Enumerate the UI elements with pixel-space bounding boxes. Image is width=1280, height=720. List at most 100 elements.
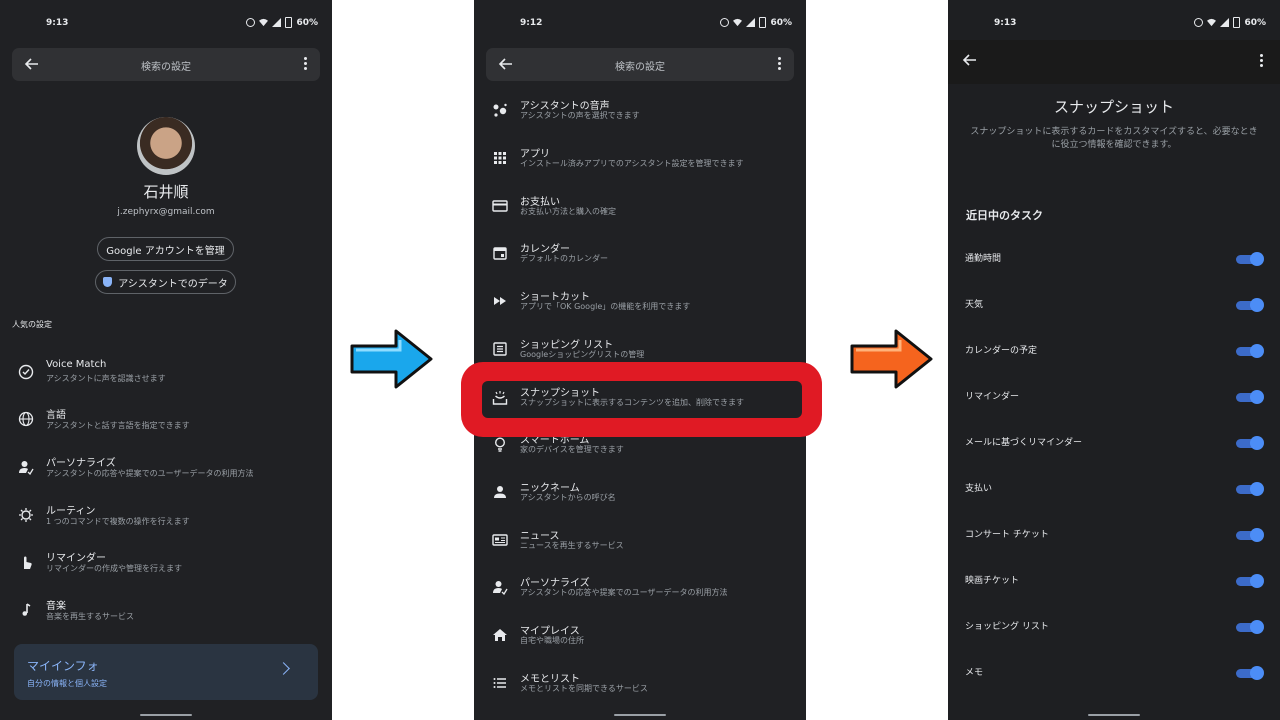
status-time: 9:13 (994, 18, 1017, 28)
header-title: 検索の設定 (615, 62, 665, 73)
battery-icon (759, 17, 767, 28)
item-title: パーソナライズ (46, 458, 116, 469)
signal-icon (272, 18, 282, 27)
toggle-row[interactable]: コンサート チケット (948, 525, 1280, 545)
more-vert-icon[interactable] (304, 57, 308, 71)
item-title: リマインダー (46, 553, 106, 564)
item-title: Voice Match (46, 359, 107, 370)
toggle-row[interactable]: カレンダーの予定 (948, 341, 1280, 361)
item-subtitle: リマインダーの作成や管理を行えます (46, 564, 182, 573)
setting-item-my-places[interactable]: マイプレイス 自宅や職場の住所 (474, 624, 806, 664)
toggle-row[interactable]: ショッピング リスト (948, 617, 1280, 637)
status-time: 9:13 (46, 18, 69, 28)
toggle-label: 通勤時間 (965, 254, 1002, 264)
routine-icon (19, 508, 33, 522)
more-vert-icon[interactable] (778, 57, 782, 71)
assistant-data-button[interactable]: アシスタントでのデータ (95, 270, 236, 294)
item-subtitle: 音楽を再生するサービス (46, 612, 134, 621)
toggle-label: リマインダー (965, 392, 1020, 402)
setting-item-music[interactable]: 音楽 音楽を再生するサービス (0, 597, 332, 637)
battery-icon (1233, 17, 1241, 28)
calendar-icon (493, 247, 507, 260)
setting-item-calendar[interactable]: カレンダー デフォルトのカレンダー (474, 242, 806, 282)
my-info-subtitle: 自分の情報と個人設定 (27, 679, 107, 688)
setting-item-language[interactable]: 言語 アシスタントと話す言語を指定できます (0, 406, 332, 446)
section-heading: 近日中のタスク (966, 209, 1043, 222)
home-icon (493, 629, 507, 641)
setting-item-nickname[interactable]: ニックネーム アシスタントからの呼び名 (474, 481, 806, 521)
globe-icon (18, 411, 34, 427)
item-subtitle: 家のデバイスを管理できます (520, 445, 624, 454)
toggle-label: 映画チケット (965, 576, 1020, 586)
battery-percent: 60% (296, 17, 318, 28)
toggle-switch[interactable] (1236, 574, 1264, 588)
manage-account-label: Google アカウントを管理 (106, 245, 225, 257)
item-subtitle: インストール済みアプリでのアシスタント設定を管理できます (520, 159, 744, 168)
signal-icon (1220, 18, 1230, 27)
setting-item-assistant-voice[interactable]: アシスタントの音声 アシスタントの声を選択できます (474, 99, 806, 139)
more-vert-icon[interactable] (1260, 54, 1264, 68)
list-icon (493, 678, 506, 688)
dnd-icon (246, 18, 256, 27)
toggle-switch[interactable] (1236, 390, 1264, 404)
toggle-row[interactable]: 映画チケット (948, 571, 1280, 591)
toggle-row[interactable]: 通勤時間 (948, 249, 1280, 269)
phone-screen-settings-list: 9:12 60% 検索の設定 アシスタントの音声 アシスタントの声を選択できます… (474, 0, 806, 720)
setting-item-routine[interactable]: ルーティン 1 つのコマンドで複数の操作を行えます (0, 502, 332, 542)
apps-grid-icon (494, 152, 506, 164)
toggle-row[interactable]: 支払い (948, 479, 1280, 499)
gesture-bar[interactable] (140, 714, 192, 716)
toggle-label: ショッピング リスト (965, 622, 1049, 632)
toggle-switch[interactable] (1236, 252, 1264, 266)
toggle-row[interactable]: リマインダー (948, 387, 1280, 407)
header-title: 検索の設定 (141, 62, 191, 73)
toggle-switch[interactable] (1236, 482, 1264, 496)
status-bar: 9:13 60% (0, 0, 332, 48)
toggle-switch[interactable] (1236, 436, 1264, 450)
avatar[interactable] (137, 117, 195, 175)
gesture-bar[interactable] (614, 714, 666, 716)
gesture-bar[interactable] (1088, 714, 1140, 716)
item-subtitle: アシスタントからの呼び名 (520, 493, 616, 502)
setting-item-apps[interactable]: アプリ インストール済みアプリでのアシスタント設定を管理できます (474, 147, 806, 187)
page-description: スナップショットに表示するカードをカスタマイズすると、必要なときに役立つ情報を確… (970, 127, 1258, 150)
setting-item-personalize[interactable]: パーソナライズ アシスタントの応答や提案でのユーザーデータの利用方法 (474, 576, 806, 616)
toggle-label: カレンダーの予定 (965, 346, 1038, 356)
profile-name: 石井順 (143, 183, 189, 201)
dnd-icon (720, 18, 730, 27)
hand-pointer-icon (24, 556, 32, 569)
toggle-row[interactable]: メールに基づくリマインダー (948, 433, 1280, 453)
toggle-switch[interactable] (1236, 528, 1264, 542)
toggle-row[interactable]: 天気 (948, 295, 1280, 315)
manage-account-button[interactable]: Google アカウントを管理 (97, 237, 234, 261)
item-subtitle: 自宅や職場の住所 (520, 636, 584, 645)
toggle-label: コンサート チケット (965, 530, 1049, 540)
battery-icon (285, 17, 293, 28)
item-subtitle: アプリで「OK Google」の機能を利用できます (520, 302, 691, 311)
battery-percent: 60% (770, 17, 792, 28)
assistant-voice-icon (493, 103, 507, 117)
setting-item-payments[interactable]: お支払い お支払い方法と購入の確定 (474, 195, 806, 235)
setting-item-reminder[interactable]: リマインダー リマインダーの作成や管理を行えます (0, 549, 332, 589)
lightbulb-icon (494, 437, 506, 452)
phone-screen-assistant-settings: 9:13 60% 検索の設定 石井順 j.zephyrx@gmail.com G… (0, 0, 332, 720)
item-subtitle: スナップショットに表示するコンテンツを追加、削除できます (520, 398, 744, 407)
setting-item-shortcuts[interactable]: ショートカット アプリで「OK Google」の機能を利用できます (474, 290, 806, 330)
back-arrow-icon[interactable] (962, 52, 978, 68)
toggle-switch[interactable] (1236, 344, 1264, 358)
setting-item-voice-match[interactable]: Voice Match アシスタントに声を認識させます (0, 359, 332, 399)
setting-item-personalize[interactable]: パーソナライズ アシスタントの応答や提案でのユーザーデータの利用方法 (0, 454, 332, 494)
credit-card-icon (492, 200, 508, 212)
setting-item-smart-home[interactable]: スマートホーム 家のデバイスを管理できます (474, 433, 806, 473)
status-time: 9:12 (520, 18, 543, 28)
setting-item-snapshot[interactable]: スナップショット スナップショットに表示するコンテンツを追加、削除できます (474, 381, 806, 418)
toggle-row[interactable]: メモ (948, 663, 1280, 683)
toggle-switch[interactable] (1236, 298, 1264, 312)
wifi-icon (733, 18, 743, 27)
toggle-switch[interactable] (1236, 620, 1264, 634)
toggle-switch[interactable] (1236, 666, 1264, 680)
setting-item-news[interactable]: ニュース ニュースを再生するサービス (474, 529, 806, 569)
my-info-card[interactable]: マイインフォ 自分の情報と個人設定 (14, 644, 318, 700)
setting-item-notes-lists[interactable]: メモとリスト メモとリストを同期できるサービス (474, 672, 806, 712)
battery-percent: 60% (1244, 17, 1266, 28)
